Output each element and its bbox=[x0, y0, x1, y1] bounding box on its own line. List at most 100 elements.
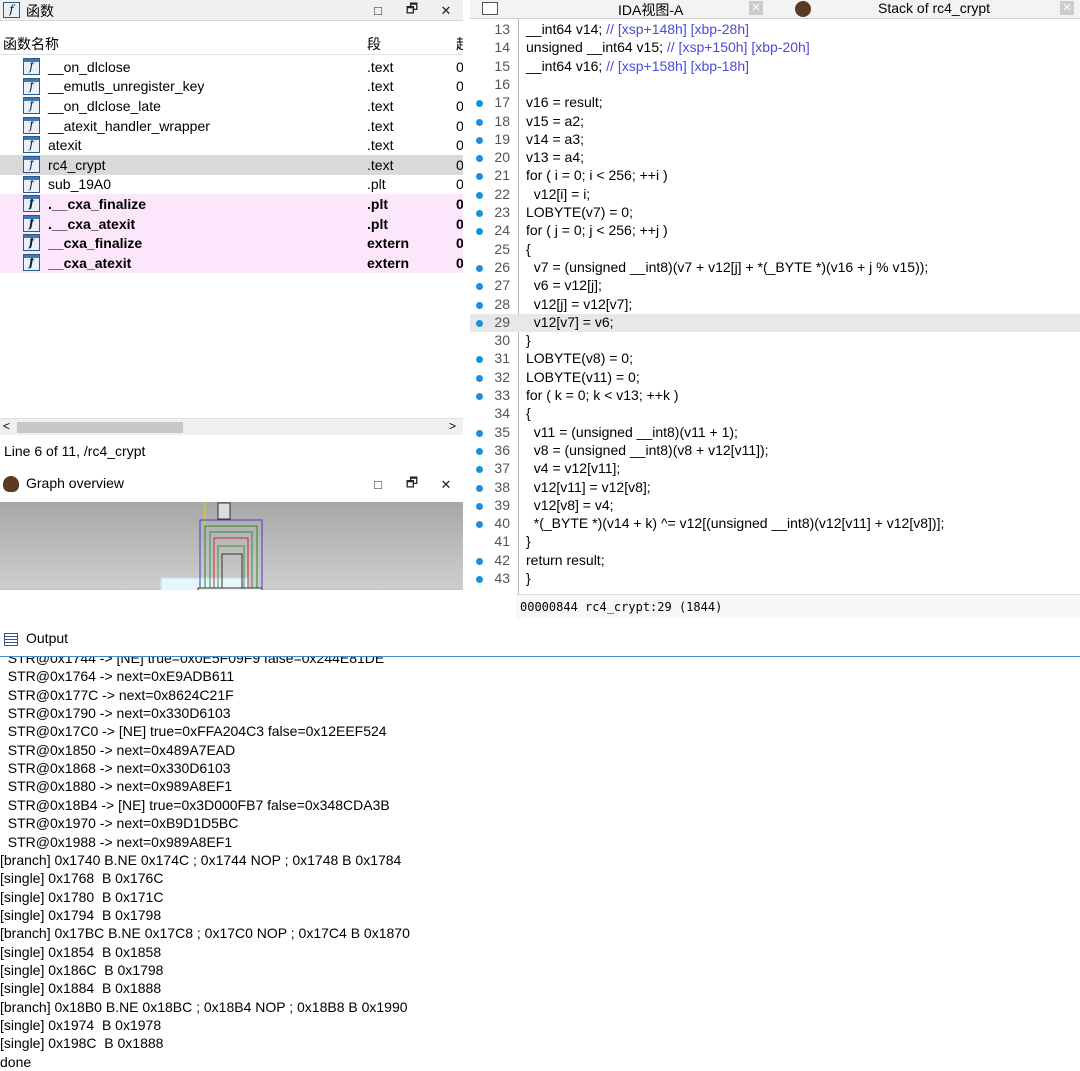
breakpoint-dot-icon[interactable] bbox=[476, 191, 483, 199]
code-line[interactable]: 36 v8 = (unsigned __int8)(v8 + v12[v11])… bbox=[470, 442, 1080, 460]
code-text: for ( i = 0; i < 256; ++i ) bbox=[526, 167, 668, 184]
breakpoint-dot-icon[interactable] bbox=[476, 155, 483, 163]
function-row[interactable]: f __on_dlclose .text 0 bbox=[0, 57, 463, 77]
function-name: .__cxa_atexit bbox=[48, 215, 136, 232]
code-line[interactable]: 20 v13 = a4; bbox=[470, 149, 1080, 167]
breakpoint-dot-icon[interactable] bbox=[476, 228, 483, 236]
graph-overview-canvas[interactable] bbox=[0, 502, 463, 611]
output-line: [single] 0x1854 B 0x1858 bbox=[0, 943, 162, 960]
code-text: *(_BYTE *)(v14 + k) ^= v12[(unsigned __i… bbox=[526, 515, 945, 532]
function-name: atexit bbox=[48, 137, 82, 154]
code-line[interactable]: 14 unsigned __int64 v15; // [xsp+150h] [x… bbox=[470, 39, 1080, 57]
code-line[interactable]: 29 v12[v7] = v6; bbox=[470, 313, 1080, 333]
scroll-left-icon[interactable]: < bbox=[3, 419, 10, 433]
output-line: [single] 0x186C B 0x1798 bbox=[0, 961, 164, 978]
function-row[interactable]: f sub_19A0 .plt 0 bbox=[0, 175, 463, 195]
output-log[interactable]: STR@0x1744 -> [NE] true=0x0E5F09F9 false… bbox=[0, 657, 1080, 1071]
breakpoint-dot-icon[interactable] bbox=[476, 301, 483, 309]
code-line[interactable]: 23 LOBYTE(v7) = 0; bbox=[470, 204, 1080, 222]
code-line[interactable]: 13 __int64 v14; // [xsp+148h] [xbp-28h] bbox=[470, 21, 1080, 39]
code-line[interactable]: 41} bbox=[470, 533, 1080, 551]
breakpoint-dot-icon[interactable] bbox=[476, 521, 483, 529]
code-line[interactable]: 21 for ( i = 0; i < 256; ++i ) bbox=[470, 167, 1080, 185]
code-line[interactable]: 26 v7 = (unsigned __int8)(v7 + v12[j] + … bbox=[470, 259, 1080, 277]
tab-close-icon[interactable]: ✕ bbox=[1060, 1, 1074, 15]
breakpoint-dot-icon[interactable] bbox=[476, 374, 483, 382]
code-text: v12[j] = v12[v7]; bbox=[526, 295, 633, 312]
line-number: 37 bbox=[494, 460, 510, 477]
code-text: v14 = a3; bbox=[526, 130, 584, 147]
function-row[interactable]: f __emutls_unregister_key .text 0 bbox=[0, 77, 463, 97]
function-row[interactable]: f __on_dlclose_late .text 0 bbox=[0, 96, 463, 116]
code-line[interactable]: 31 LOBYTE(v8) = 0; bbox=[470, 350, 1080, 368]
function-row[interactable]: f .__cxa_atexit .plt 0 bbox=[0, 213, 463, 234]
code-line[interactable]: 42 return result; bbox=[470, 552, 1080, 570]
breakpoint-dot-icon[interactable] bbox=[476, 136, 483, 144]
line-number: 19 bbox=[494, 130, 510, 147]
close-icon[interactable]: ✕ bbox=[429, 477, 463, 493]
code-line[interactable]: 15 __int64 v16; // [xsp+158h] [xbp-18h] bbox=[470, 58, 1080, 76]
scroll-thumb[interactable] bbox=[17, 422, 183, 433]
col-header-extra[interactable]: 起 bbox=[456, 34, 463, 54]
float-icon[interactable]: 🗗 bbox=[395, 474, 429, 496]
code-line[interactable]: 39 v12[v8] = v4; bbox=[470, 497, 1080, 515]
code-line[interactable]: 32 LOBYTE(v11) = 0; bbox=[470, 369, 1080, 387]
tab-ida-view[interactable]: IDA视图-A bbox=[618, 0, 683, 20]
code-line[interactable]: 34 { bbox=[470, 405, 1080, 423]
minimize-icon[interactable]: □ bbox=[361, 3, 395, 18]
function-row[interactable]: f .__cxa_finalize .plt 0 bbox=[0, 194, 463, 214]
code-line[interactable]: 17 v16 = result; bbox=[470, 94, 1080, 112]
breakpoint-dot-icon[interactable] bbox=[476, 118, 483, 126]
code-line[interactable]: 24 for ( j = 0; j < 256; ++j ) bbox=[470, 222, 1080, 240]
scroll-right-icon[interactable]: > bbox=[449, 419, 456, 433]
code-line[interactable]: 30} bbox=[470, 332, 1080, 350]
breakpoint-dot-icon[interactable] bbox=[476, 429, 483, 437]
code-line[interactable]: 43} bbox=[470, 570, 1080, 588]
minimize-icon[interactable]: □ bbox=[361, 477, 395, 492]
code-text: LOBYTE(v7) = 0; bbox=[526, 204, 633, 220]
code-line[interactable]: 22 v12[i] = i; bbox=[470, 186, 1080, 204]
close-icon[interactable]: ✕ bbox=[429, 3, 463, 19]
breakpoint-dot-icon[interactable] bbox=[476, 283, 483, 291]
function-row[interactable]: f __cxa_finalize extern 0 bbox=[0, 233, 463, 253]
horizontal-scrollbar[interactable]: < > bbox=[0, 418, 463, 435]
code-line[interactable]: 18 v15 = a2; bbox=[470, 113, 1080, 131]
function-row[interactable]: f rc4_crypt .text 0 bbox=[0, 155, 463, 175]
code-line[interactable]: 28 v12[j] = v12[v7]; bbox=[470, 296, 1080, 314]
breakpoint-dot-icon[interactable] bbox=[476, 447, 483, 455]
code-line[interactable]: 25 { bbox=[470, 241, 1080, 259]
breakpoint-dot-icon[interactable] bbox=[476, 393, 483, 400]
breakpoint-dot-icon[interactable] bbox=[476, 210, 483, 217]
code-line[interactable]: 38 v12[v11] = v12[v8]; bbox=[470, 479, 1080, 497]
function-row[interactable]: f __cxa_atexit extern 0 bbox=[0, 253, 463, 273]
code-line[interactable]: 16 bbox=[470, 76, 1080, 94]
breakpoint-dot-icon[interactable] bbox=[476, 484, 483, 492]
line-number: 39 bbox=[494, 496, 510, 513]
code-line[interactable]: 37 v4 = v12[v11]; bbox=[470, 460, 1080, 478]
col-header-segment[interactable]: 段 bbox=[367, 34, 381, 54]
code-line[interactable]: 27 v6 = v12[j]; bbox=[470, 277, 1080, 295]
breakpoint-dot-icon[interactable] bbox=[476, 466, 483, 474]
code-line[interactable]: 40 *(_BYTE *)(v14 + k) ^= v12[(unsigned … bbox=[470, 515, 1080, 533]
code-line[interactable]: 33 for ( k = 0; k < v13; ++k ) bbox=[470, 387, 1080, 405]
breakpoint-dot-icon[interactable] bbox=[476, 100, 483, 108]
tab-close-icon[interactable]: ✕ bbox=[749, 1, 763, 15]
breakpoint-dot-icon[interactable] bbox=[476, 173, 483, 181]
function-row[interactable]: f atexit .text 0 bbox=[0, 135, 463, 155]
breakpoint-dot-icon[interactable] bbox=[476, 319, 483, 327]
float-icon[interactable]: 🗗 bbox=[395, 0, 429, 22]
breakpoint-dot-icon[interactable] bbox=[476, 557, 483, 565]
line-number: 22 bbox=[494, 185, 510, 202]
function-row[interactable]: f __atexit_handler_wrapper .text 0 bbox=[0, 116, 463, 136]
breakpoint-dot-icon[interactable] bbox=[476, 264, 483, 272]
code-line[interactable]: 19 v14 = a3; bbox=[470, 131, 1080, 149]
col-header-name[interactable]: 函数名称 bbox=[3, 34, 59, 54]
tab-stack[interactable]: Stack of rc4_crypt bbox=[878, 0, 990, 16]
breakpoint-dot-icon[interactable] bbox=[476, 356, 483, 364]
breakpoint-dot-icon[interactable] bbox=[476, 502, 483, 510]
code-line[interactable]: 35 v11 = (unsigned __int8)(v11 + 1); bbox=[470, 424, 1080, 442]
code-text: v12[v8] = v4; bbox=[526, 496, 614, 513]
breakpoint-dot-icon[interactable] bbox=[476, 576, 483, 583]
output-line: STR@0x1868 -> next=0x330D6103 bbox=[0, 760, 231, 777]
output-line: STR@0x1970 -> next=0xB9D1D5BC bbox=[0, 815, 239, 832]
